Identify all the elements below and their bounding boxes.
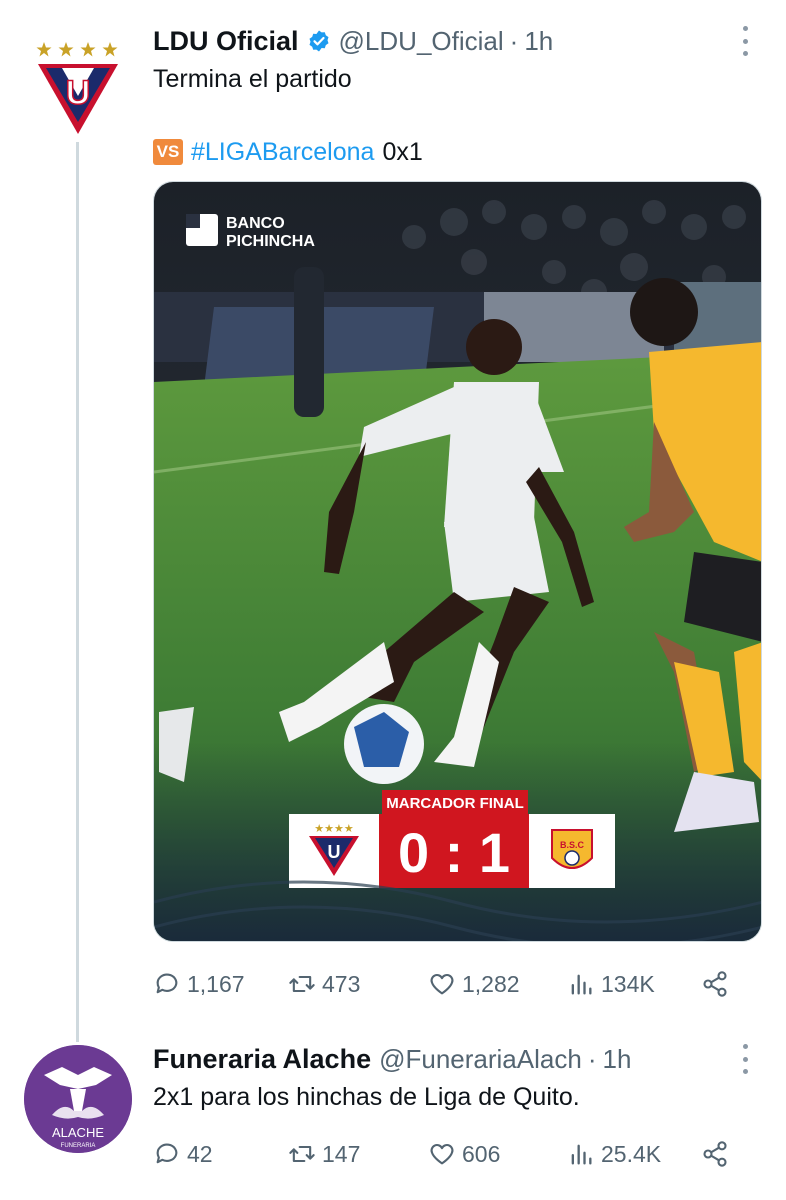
ldu-avatar[interactable]: U xyxy=(32,32,124,140)
retweet-icon xyxy=(289,975,315,993)
views-button[interactable]: 25.4K xyxy=(567,1140,661,1168)
reply-icon xyxy=(156,973,178,994)
reply-icon xyxy=(156,1143,178,1164)
hashtag-link[interactable]: #LIGABarcelona xyxy=(191,135,374,169)
author-handle[interactable]: @FunerariaAlach xyxy=(379,1044,582,1075)
tweet1-text: Termina el partido xyxy=(153,65,352,93)
separator-dot: · xyxy=(509,25,519,56)
retweet-button[interactable]: 473 xyxy=(288,970,360,998)
reply-button[interactable]: 1,167 xyxy=(153,970,245,998)
views-count: 134K xyxy=(601,970,655,997)
post-time[interactable]: 1h xyxy=(602,1044,631,1075)
away-crest-text: B.S.C xyxy=(560,840,585,850)
tweet1-header: LDU Oficial @LDU_Oficial · 1h xyxy=(153,24,553,58)
author-name[interactable]: Funeraria Alache xyxy=(153,1044,371,1075)
views-icon xyxy=(571,974,592,995)
views-icon xyxy=(571,1144,592,1165)
share-icon xyxy=(703,971,727,997)
vs-emoji-icon: VS xyxy=(153,139,183,165)
tweet2-actions: 42 147 606 25.4K xyxy=(153,1134,753,1174)
author-name[interactable]: LDU Oficial xyxy=(153,26,299,57)
like-button[interactable]: 1,282 xyxy=(428,970,520,998)
like-icon xyxy=(430,1143,454,1165)
reply-count: 42 xyxy=(187,1140,213,1167)
share-icon xyxy=(703,1141,727,1167)
home-crest-letter: U xyxy=(328,842,341,862)
tweet2-text: 2x1 para los hinchas de Liga de Quito. xyxy=(153,1083,580,1111)
share-button[interactable] xyxy=(701,970,735,998)
like-count: 606 xyxy=(462,1140,501,1167)
home-crest-stars: ★★★★ xyxy=(314,822,354,835)
sponsor-line1: BANCO xyxy=(226,215,285,232)
more-icon[interactable] xyxy=(737,26,753,56)
alache-sublabel: FUNERARIA xyxy=(61,1143,96,1149)
author-handle[interactable]: @LDU_Oficial xyxy=(339,26,504,57)
retweet-icon xyxy=(289,1145,315,1163)
tweet1-hashtag-line: VS #LIGABarcelona 0x1 xyxy=(153,135,423,169)
separator-dot: · xyxy=(587,1043,597,1074)
score-text: 0x1 xyxy=(382,138,423,166)
views-button[interactable]: 134K xyxy=(567,970,655,998)
avatar-stars xyxy=(36,42,118,57)
retweet-count: 147 xyxy=(322,1140,361,1167)
more-icon[interactable] xyxy=(737,1044,753,1074)
like-icon xyxy=(430,973,454,995)
reply-count: 1,167 xyxy=(187,970,245,997)
verified-badge-icon xyxy=(309,30,329,52)
final-score: 0 : 1 xyxy=(398,821,510,884)
views-count: 25.4K xyxy=(601,1140,662,1167)
share-button[interactable] xyxy=(701,1140,735,1168)
alache-label: ALACHE xyxy=(52,1125,104,1140)
final-score-banner: MARCADOR FINAL xyxy=(386,795,523,812)
post-time[interactable]: 1h xyxy=(524,26,553,57)
retweet-button[interactable]: 147 xyxy=(288,1140,360,1168)
like-button[interactable]: 606 xyxy=(428,1140,500,1168)
retweet-count: 473 xyxy=(322,970,361,997)
tweet2-header: Funeraria Alache @FunerariaAlach · 1h xyxy=(153,1042,631,1076)
tweet-media-image[interactable]: BANCO PICHINCHA MARCADOR FINAL 0: 1 ★★★… xyxy=(153,181,762,942)
svg-text:U: U xyxy=(66,74,91,112)
like-count: 1,282 xyxy=(462,970,520,997)
sponsor-line2: PICHINCHA xyxy=(226,233,315,250)
alache-avatar[interactable]: ALACHE FUNERARIA xyxy=(24,1045,132,1153)
reply-button[interactable]: 42 xyxy=(153,1140,213,1168)
tweet1-actions: 1,167 473 1,282 134K xyxy=(153,964,753,1004)
